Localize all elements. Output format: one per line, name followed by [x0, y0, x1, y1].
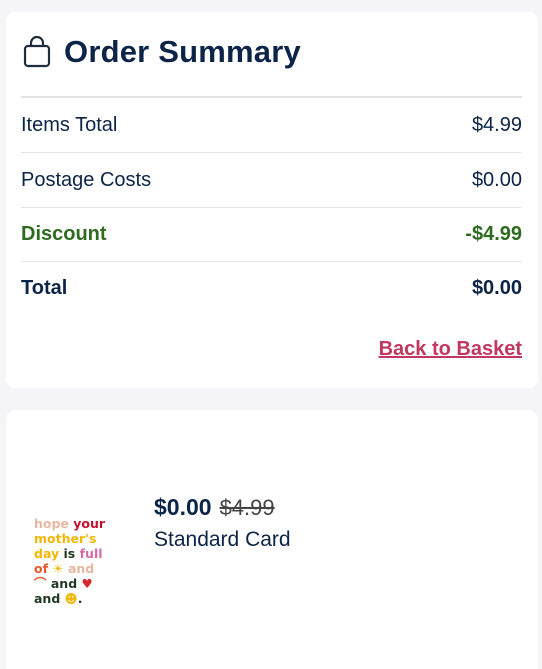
card-text-word: and — [67, 561, 95, 576]
original-price: $4.99 — [219, 495, 275, 520]
product-card: hope your mother's day is full of ☀ and … — [6, 410, 538, 669]
total-value: $0.00 — [471, 276, 522, 299]
card-text-word: hope — [34, 516, 69, 531]
items-total-row: Items Total $4.99 — [21, 98, 522, 153]
heart-icon: ♥ — [81, 576, 93, 591]
discount-row: Discount -$4.99 — [21, 207, 522, 262]
card-thumbnail[interactable]: hope your mother's day is full of ☀ and … — [34, 516, 124, 606]
rainbow-icon: ⌒ — [34, 576, 47, 591]
postage-costs-row: Postage Costs $0.00 — [21, 153, 522, 208]
sale-price: $0.00 — [154, 494, 212, 520]
card-text-word: day — [34, 546, 60, 561]
discount-value: -$4.99 — [465, 222, 522, 245]
order-summary-card: Order Summary Items Total $4.99 Postage … — [6, 12, 538, 388]
items-total-label: Items Total — [21, 113, 118, 136]
product-name: Standard Card — [154, 528, 291, 551]
postage-costs-label: Postage Costs — [21, 168, 152, 191]
shopping-bag-icon — [23, 35, 51, 68]
order-summary-header: Order Summary — [22, 34, 301, 70]
total-label: Total — [21, 276, 68, 299]
page-title: Order Summary — [64, 34, 301, 69]
card-text-word: your — [73, 516, 106, 531]
product-price-row: $0.00 $4.99 — [154, 494, 275, 521]
total-row: Total $0.00 — [21, 261, 522, 315]
discount-label: Discount — [21, 222, 107, 245]
postage-costs-value: $0.00 — [471, 168, 522, 191]
card-text-word: and — [34, 591, 61, 606]
sun-icon: ☀ — [52, 561, 64, 576]
back-to-basket-link[interactable]: Back to Basket — [379, 338, 522, 361]
card-text-word: full — [79, 546, 103, 561]
smiley-icon: ☻ — [64, 591, 78, 606]
card-text-word: of — [34, 561, 49, 576]
items-total-value: $4.99 — [471, 113, 522, 136]
card-text-word: and — [50, 576, 78, 591]
card-text-word: is — [63, 546, 76, 561]
card-text-word: mother's — [34, 531, 97, 546]
